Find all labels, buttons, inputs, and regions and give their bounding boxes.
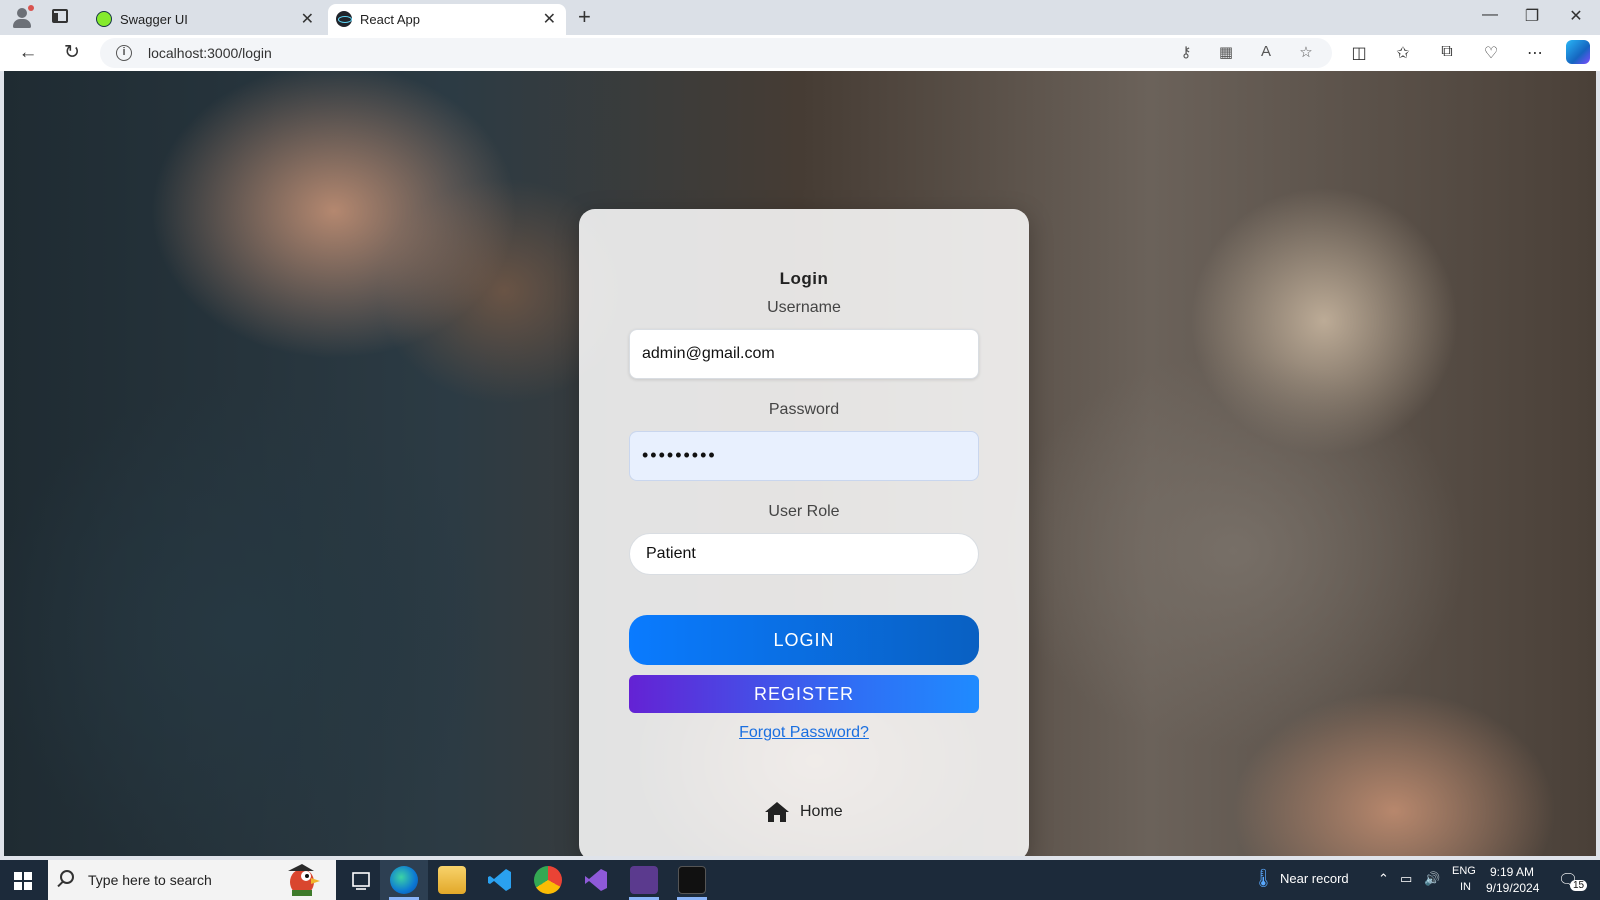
forgot-password-link[interactable]: Forgot Password? [579, 724, 1029, 742]
profile-icon[interactable] [10, 5, 34, 29]
home-icon [765, 802, 789, 822]
close-tab-icon[interactable]: ✕ [301, 9, 314, 29]
visual-studio-icon[interactable] [582, 866, 610, 894]
url-text[interactable]: localhost:3000/login [148, 45, 272, 61]
react-favicon-icon [336, 11, 352, 27]
file-explorer-icon[interactable] [438, 866, 466, 894]
password-label: Password [768, 401, 840, 418]
minimize-button[interactable]: — [1480, 6, 1500, 24]
vscode-icon[interactable] [486, 866, 514, 894]
password-input[interactable]: ••••••••• [629, 431, 979, 481]
read-aloud-icon[interactable]: A [1256, 43, 1276, 60]
copilot-icon[interactable] [1566, 40, 1590, 64]
close-tab-icon[interactable]: ✕ [543, 9, 556, 29]
taskbar-search-box[interactable]: Type here to search [48, 860, 336, 900]
terminal-purple-icon[interactable] [630, 866, 658, 894]
search-placeholder[interactable]: Type here to search [88, 872, 212, 888]
favorites-icon[interactable]: ✩ [1392, 43, 1414, 63]
language-indicator[interactable]: ENG [1452, 865, 1476, 877]
collections-icon[interactable]: ⧉ [1436, 43, 1458, 61]
swagger-favicon-icon [96, 11, 112, 27]
search-icon [60, 870, 74, 884]
address-bar[interactable]: i localhost:3000/login ⚷ ▦ A ☆ [100, 38, 1332, 68]
notification-count-badge: 15 [1570, 880, 1588, 891]
tab-swagger-ui[interactable]: Swagger UI ✕ [88, 4, 324, 35]
browser-tab-strip: Swagger UI ✕ React App ✕ + — ❐ ✕ [0, 0, 1600, 35]
user-role-label: User Role [768, 503, 840, 520]
clock-time[interactable]: 9:19 AM [1490, 865, 1534, 879]
chrome-icon[interactable] [534, 866, 562, 894]
command-prompt-icon[interactable] [678, 866, 706, 894]
close-window-button[interactable]: ✕ [1566, 6, 1586, 26]
weather-thermometer-icon[interactable]: 🌡 [1252, 868, 1275, 889]
login-button[interactable]: LOGIN [629, 615, 979, 665]
password-key-icon[interactable]: ⚷ [1176, 43, 1196, 61]
tab-react-app[interactable]: React App ✕ [328, 4, 566, 35]
user-role-select[interactable]: Patient [629, 533, 979, 575]
username-label: Username [767, 299, 841, 316]
page-background-photo: Login Username admin@gmail.com Password … [4, 71, 1596, 856]
task-view-icon[interactable] [347, 866, 375, 894]
refresh-icon[interactable]: ↻ [60, 41, 84, 65]
restore-button[interactable]: ❐ [1522, 6, 1542, 26]
tab-title: React App [360, 12, 420, 27]
home-label: Home [800, 803, 843, 820]
search-highlight-parrot-icon [288, 864, 320, 896]
region-indicator[interactable]: IN [1460, 881, 1471, 893]
home-link[interactable]: Home [764, 799, 843, 825]
tab-actions-icon[interactable] [52, 9, 68, 23]
site-info-icon[interactable]: i [116, 45, 132, 61]
login-title: Login [779, 269, 829, 288]
clock-date[interactable]: 9/19/2024 [1486, 881, 1539, 895]
weather-text[interactable]: Near record [1280, 871, 1349, 886]
back-arrow-icon[interactable]: ← [16, 41, 40, 65]
chevron-up-icon[interactable]: ⌃ [1378, 871, 1389, 887]
windows-taskbar: Type here to search 🌡 Near record ⌃ ▭ 🔊 … [0, 860, 1600, 900]
browser-toolbar: ← ↻ i localhost:3000/login ⚷ ▦ A ☆ ◫ ✩ ⧉… [0, 35, 1600, 71]
windows-start-icon[interactable] [14, 872, 32, 890]
username-input[interactable]: admin@gmail.com [629, 329, 979, 379]
app-available-icon[interactable]: ▦ [1216, 43, 1236, 61]
register-button[interactable]: REGISTER [629, 675, 979, 713]
more-menu-icon[interactable]: ⋯ [1524, 43, 1546, 63]
login-card: Login Username admin@gmail.com Password … [579, 209, 1029, 856]
favorite-star-icon[interactable]: ☆ [1296, 43, 1316, 61]
edge-taskbar-icon[interactable] [390, 866, 418, 894]
network-icon[interactable]: ▭ [1400, 871, 1412, 887]
split-screen-icon[interactable]: ◫ [1348, 43, 1370, 63]
new-tab-button[interactable]: + [578, 4, 591, 30]
tab-title: Swagger UI [120, 12, 188, 27]
volume-icon[interactable]: 🔊 [1424, 871, 1440, 887]
browser-essentials-icon[interactable]: ♡ [1480, 43, 1502, 63]
